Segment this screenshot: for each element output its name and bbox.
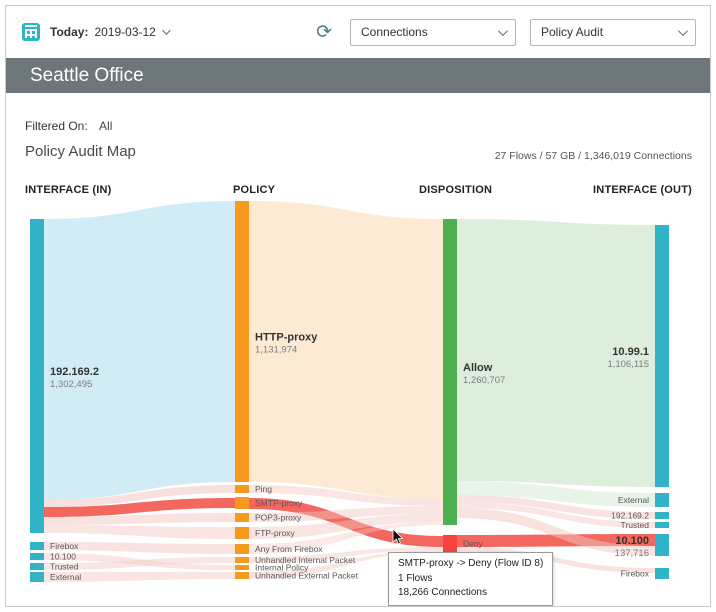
node-out-external[interactable]	[655, 493, 669, 507]
node-any-from-firebox[interactable]	[235, 544, 249, 554]
node-in-external[interactable]	[30, 572, 44, 582]
node-label-unhandled-external-packet: Unhandled External Packet	[255, 571, 359, 581]
calendar-icon	[22, 23, 40, 41]
node-label-out-192-169-2: 192.169.2	[611, 511, 649, 521]
app-window: Today: 2019-03-12 ⟳ Connections Policy A…	[5, 5, 711, 607]
report-dropdown[interactable]: Policy Audit	[530, 18, 696, 46]
map-title: Policy Audit Map	[25, 143, 136, 160]
node-label-out-trusted: Trusted	[620, 520, 649, 530]
node-unhandled-internal-packet[interactable]	[235, 557, 249, 563]
view-dropdown[interactable]: Connections	[350, 18, 516, 46]
node-label-in-firebox: Firebox	[50, 541, 79, 551]
node-value-out-10-99-1: 1,106,115	[607, 359, 649, 370]
node-out-trusted[interactable]	[655, 522, 669, 528]
chevron-down-icon	[162, 26, 171, 35]
node-label-out-10-100: 10.100	[615, 535, 649, 547]
content: Filtered On: All Policy Audit Map 27 Flo…	[6, 93, 710, 606]
chevron-down-icon	[497, 25, 508, 36]
filtered-on-value: All	[99, 119, 113, 133]
node-label-out-external: External	[618, 495, 649, 505]
toolbar: Today: 2019-03-12 ⟳ Connections Policy A…	[6, 6, 710, 58]
page-title: Seattle Office	[30, 65, 144, 86]
tooltip-line-3: 18,266 Connections	[398, 587, 487, 598]
node-unhandled-external-packet[interactable]	[235, 572, 249, 579]
node-in-10-100[interactable]	[30, 553, 44, 560]
view-dropdown-value: Connections	[361, 25, 428, 39]
node-label-in-192-169-2: 192.169.2	[50, 366, 99, 378]
node-label-any-from-firebox: Any From Firebox	[255, 544, 323, 554]
column-header-policy: POLICY	[233, 184, 276, 196]
column-header-interface-in: INTERFACE (IN)	[25, 184, 112, 196]
node-ping[interactable]	[235, 485, 249, 493]
node-in-192-169-2[interactable]	[30, 219, 44, 533]
node-value-in-192-169-2: 1,302,495	[50, 379, 92, 390]
node-value-allow: 1,260,707	[463, 375, 505, 386]
filtered-on-label: Filtered On:	[25, 119, 88, 133]
node-label-out-10-99-1: 10.99.1	[612, 346, 649, 358]
filter-row: Filtered On: All	[25, 119, 112, 133]
tooltip-line-1: SMTP-proxy -> Deny (Flow ID 8)	[398, 558, 544, 569]
node-out-10-100[interactable]	[655, 534, 669, 556]
node-value-out-10-100: 137,716	[615, 548, 649, 559]
map-stats: 27 Flows / 57 GB / 1,346,019 Connections	[494, 150, 692, 162]
date-label: Today:	[50, 25, 89, 39]
column-header-interface-out: INTERFACE (OUT)	[593, 184, 692, 196]
node-deny[interactable]	[443, 535, 457, 552]
sankey-canvas: 192.169.21,302,495Firebox10.100TrustedEx…	[30, 201, 669, 582]
node-value-http-proxy: 1,131,974	[255, 345, 297, 356]
node-label-smtp-proxy: SMTP-proxy	[255, 498, 303, 508]
node-label-allow: Allow	[463, 362, 493, 374]
column-header-disposition: DISPOSITION	[419, 184, 493, 196]
report-dropdown-value: Policy Audit	[541, 25, 604, 39]
node-in-firebox[interactable]	[30, 542, 44, 550]
site-header: Seattle Office	[6, 58, 710, 93]
node-label-ftp-proxy: FTP-proxy	[255, 528, 295, 538]
node-label-in-external: External	[50, 572, 81, 582]
node-out-192-169-2[interactable]	[655, 512, 669, 519]
node-label-in-trusted: Trusted	[50, 562, 79, 572]
node-pop3-proxy[interactable]	[235, 513, 249, 522]
flow-tooltip: SMTP-proxy -> Deny (Flow ID 8) 1 Flows 1…	[388, 552, 554, 606]
date-selector[interactable]: Today: 2019-03-12	[50, 25, 171, 39]
node-label-ping: Ping	[255, 484, 272, 494]
node-label-http-proxy: HTTP-proxy	[255, 332, 318, 344]
date-value: 2019-03-12	[94, 25, 156, 39]
tooltip-line-2: 1 Flows	[398, 572, 433, 584]
refresh-icon[interactable]: ⟳	[312, 23, 336, 42]
node-label-pop3-proxy: POP3-proxy	[255, 513, 302, 523]
node-out-10-99-1[interactable]	[655, 225, 669, 487]
node-http-proxy[interactable]	[235, 201, 249, 482]
node-ftp-proxy[interactable]	[235, 527, 249, 539]
flow-in-192-169-2-to-ftp-proxy[interactable]	[44, 525, 235, 539]
node-smtp-proxy[interactable]	[235, 497, 249, 509]
node-allow[interactable]	[443, 219, 457, 525]
mouse-cursor-icon	[392, 529, 404, 545]
node-in-trusted[interactable]	[30, 563, 44, 570]
node-out-firebox[interactable]	[655, 568, 669, 579]
node-internal-policy[interactable]	[235, 565, 249, 570]
node-label-in-10-100: 10.100	[50, 552, 76, 562]
flow-in-192-169-2-to-http-proxy[interactable]	[44, 201, 235, 500]
node-label-deny: Deny	[463, 539, 484, 549]
chevron-down-icon	[677, 25, 688, 36]
node-label-out-firebox: Firebox	[621, 569, 650, 579]
